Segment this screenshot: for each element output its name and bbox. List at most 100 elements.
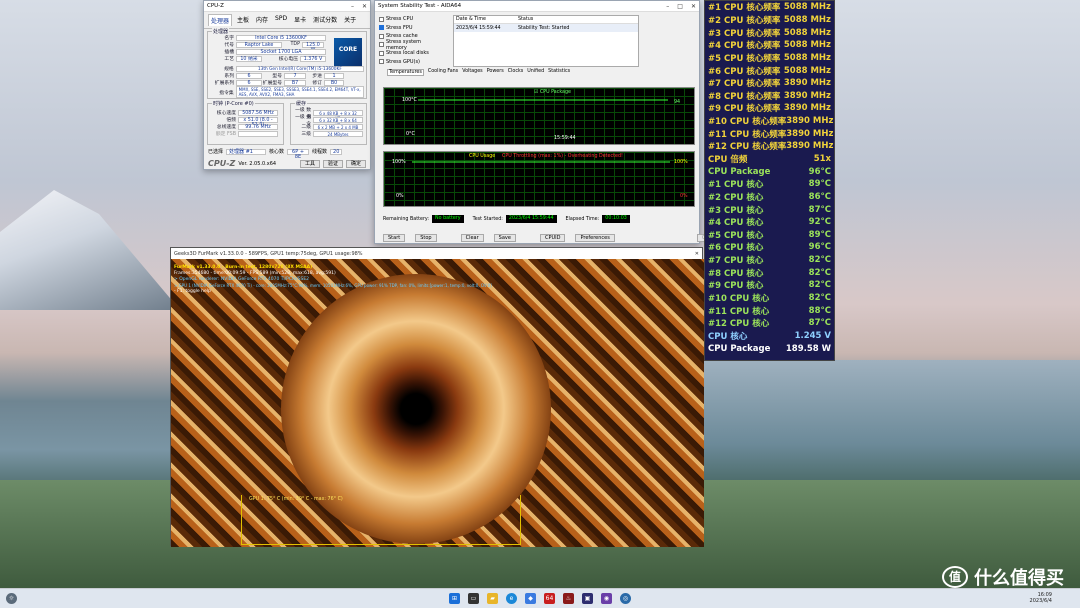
aida-tab-0[interactable]: Temperatures	[387, 69, 424, 76]
aida-button-save[interactable]: Save	[493, 234, 516, 242]
sensor-row: #4 CPU 核心 92°C	[705, 216, 834, 229]
l2-value: 6 x 2 MB + 2 x 4 MB	[313, 123, 363, 130]
stress-option-5[interactable]: Stress GPU(s)	[379, 58, 443, 67]
sensor-value: 82°C	[808, 255, 831, 266]
widgets-icon[interactable]: ☼	[6, 593, 17, 604]
aida-tab-6[interactable]: Statistics	[548, 69, 570, 76]
sensor-value: 1.245 V	[794, 330, 831, 341]
hwinfo-icon[interactable]: ◉	[601, 593, 612, 604]
furmark-window[interactable]: Geeks3D FurMark v1.33.0.0 - 589FPS, GPU1…	[170, 247, 704, 547]
sensor-label: #12 CPU 核心频率	[708, 142, 787, 153]
sensor-value: 89°C	[808, 179, 831, 190]
aida-button-cpuid[interactable]: CPUID	[539, 234, 566, 242]
start-icon[interactable]: ⊞	[449, 593, 460, 604]
gpu-temp-graph	[241, 495, 521, 545]
l3-value: 24 MBytes	[313, 130, 363, 137]
aida-button-start[interactable]: Start	[383, 234, 406, 242]
close-icon[interactable]: ✕	[695, 251, 699, 257]
clock-date: 2023/6/4	[1029, 598, 1052, 604]
sensor-value: 5088 MHz	[783, 14, 831, 25]
system-clock[interactable]: 16:09 2023/6/4	[1030, 592, 1052, 604]
aida-tab-2[interactable]: Voltages	[462, 69, 483, 76]
stepping-value: 1	[324, 72, 344, 79]
tab-3[interactable]: SPD	[273, 14, 289, 26]
aida-tab-1[interactable]: Cooling Fans	[428, 69, 458, 76]
close-icon[interactable]: ✕	[691, 3, 696, 10]
aida-tab-4[interactable]: Clocks	[508, 69, 524, 76]
sensor-row: CPU 核心 1.245 V	[705, 330, 834, 343]
tab-6[interactable]: 关于	[342, 14, 358, 26]
checkbox-icon[interactable]	[379, 33, 384, 39]
sensor-row: #4 CPU 核心频率 5088 MHz	[705, 39, 834, 52]
furmark-titlebar[interactable]: Geeks3D FurMark v1.33.0.0 - 589FPS, GPU1…	[171, 248, 702, 259]
table-row[interactable]: 2023/6/4 15:59:44 Stability Test: Started	[454, 24, 638, 32]
tools-button[interactable]: 工具	[299, 159, 320, 168]
row-date: 2023/6/4 15:59:44	[456, 25, 501, 31]
label: 修订	[312, 81, 322, 86]
checkbox-icon[interactable]	[379, 42, 384, 48]
furmark-icon[interactable]: ♨	[563, 593, 574, 604]
store-icon[interactable]: ◆	[525, 593, 536, 604]
aida-button-clear[interactable]: Clear	[460, 234, 484, 242]
processor-select[interactable]: 处理器 #1	[226, 148, 267, 155]
stress-option-0[interactable]: Stress CPU	[379, 15, 443, 24]
tab-1[interactable]: 主板	[235, 14, 251, 26]
checkbox-icon[interactable]	[379, 59, 384, 65]
checkbox-icon[interactable]	[379, 50, 384, 56]
sensor-value: 189.58 W	[785, 343, 831, 354]
temperature-graph: ☑ CPU Package 100°C 0°C 94 15:59:44	[383, 87, 695, 145]
taskview-icon[interactable]: ▭	[468, 593, 479, 604]
close-icon[interactable]: ✕	[362, 3, 367, 10]
sensor-row: #1 CPU 核心 89°C	[705, 178, 834, 191]
tab-5[interactable]: 测试分数	[311, 14, 339, 26]
maximize-icon[interactable]: □	[677, 3, 683, 10]
ok-button[interactable]: 确定	[345, 159, 366, 168]
aida64-icon[interactable]: 64	[544, 593, 555, 604]
watermark-text: 什么值得买	[974, 568, 1064, 589]
sensor-row: #2 CPU 核心 86°C	[705, 191, 834, 204]
checkbox-icon[interactable]	[379, 25, 384, 31]
validate-button[interactable]: 验证	[322, 159, 343, 168]
col-date: Date & Time	[456, 17, 486, 22]
app-icon[interactable]: ◎	[620, 593, 631, 604]
sensor-label: #2 CPU 核心频率	[708, 15, 781, 26]
temp-line	[418, 99, 668, 101]
aida-button-preferences[interactable]: Preferences	[575, 234, 615, 242]
stress-option-1[interactable]: Stress FPU	[379, 24, 443, 33]
status-table: Date & Time Status 2023/6/4 15:59:44 Stabi…	[453, 15, 639, 67]
tab-4[interactable]: 显卡	[292, 14, 308, 26]
explorer-icon[interactable]: ▰	[487, 593, 498, 604]
label: 步进	[312, 74, 322, 79]
sensor-label: CPU 核心	[708, 331, 748, 342]
sensor-label: CPU Package	[708, 343, 771, 354]
sensor-label: #1 CPU 核心	[708, 180, 764, 191]
sensor-label: CPU Package	[708, 166, 771, 177]
cpuz-titlebar[interactable]: CPU-Z – ✕	[204, 1, 370, 12]
stress-option-3[interactable]: Stress system memory	[379, 39, 443, 51]
aida-tabs: Temperatures Cooling Fans Voltages Powers Cl…	[387, 69, 570, 76]
minimize-icon[interactable]: –	[351, 3, 354, 10]
sensor-value: 3890 MHz	[783, 90, 831, 101]
aida64-window[interactable]: System Stability Test - AIDA64 – □ ✕ Stress…	[374, 0, 721, 244]
cpu-name-value: Intel Core i5 13600KF	[236, 34, 326, 41]
sensor-label: #3 CPU 核心频率	[708, 28, 781, 39]
threads-value: 20	[330, 148, 343, 155]
row-status: Stability Test: Started	[518, 25, 570, 31]
sensor-label: #9 CPU 核心频率	[708, 104, 781, 115]
label: 核心电压	[278, 57, 298, 62]
sensor-label: #10 CPU 核心频率	[708, 117, 787, 128]
cpuz-window[interactable]: CPU-Z – ✕ 处理器 主板 内存 SPD 显卡 测试分数 关于 处理器 CORE 名字 In…	[203, 0, 371, 170]
edge-icon[interactable]: e	[506, 593, 517, 604]
aida-button-stop[interactable]: Stop	[415, 234, 437, 242]
minimize-icon[interactable]: –	[666, 3, 669, 10]
tab-0[interactable]: 处理器	[208, 14, 233, 26]
cpuz-icon[interactable]: ▣	[582, 593, 593, 604]
aida-tab-5[interactable]: Unified	[527, 69, 544, 76]
aida-titlebar[interactable]: System Stability Test - AIDA64 – □ ✕	[375, 1, 699, 12]
sensor-row: #3 CPU 核心频率 5088 MHz	[705, 26, 834, 39]
col-status: Status	[518, 17, 534, 22]
sensor-label: #6 CPU 核心	[708, 243, 764, 254]
checkbox-icon[interactable]	[379, 16, 384, 22]
tab-2[interactable]: 内存	[254, 14, 270, 26]
aida-tab-3[interactable]: Powers	[487, 69, 504, 76]
